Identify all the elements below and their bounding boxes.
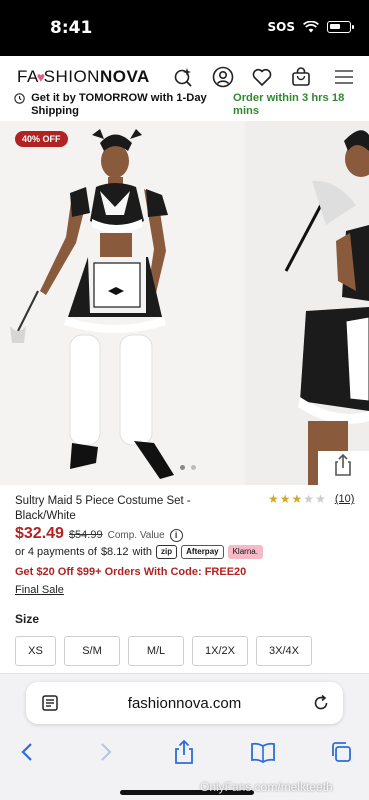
- star-icon: ★: [268, 492, 279, 506]
- pagination-dot[interactable]: [180, 465, 185, 470]
- klarna-logo[interactable]: Klarna.: [227, 545, 263, 559]
- installment-amount: $8.12: [100, 546, 129, 558]
- url-text[interactable]: fashionnova.com: [26, 695, 343, 712]
- shipping-text: Get it by TOMORROW with 1-Day Shipping: [31, 92, 207, 117]
- back-button[interactable]: [13, 738, 41, 766]
- product-image-main[interactable]: [0, 121, 244, 485]
- product-title: Sultry Maid 5 Piece Costume Set - Black/…: [15, 495, 191, 522]
- star-icon: ★: [291, 492, 303, 506]
- brand-logo[interactable]: FA♥SHIONNOVA: [17, 67, 150, 87]
- account-icon[interactable]: [212, 66, 234, 88]
- shipping-info: Get it by TOMORROW with 1-Day Shipping: [14, 92, 224, 118]
- bookmarks-button[interactable]: [249, 738, 277, 766]
- installments-prefix: or 4 payments of: [15, 546, 97, 558]
- site-header: FA♥SHIONNOVA: [0, 56, 369, 94]
- installments-row: or 4 payments of $8.12 with zip Afterpay…: [15, 545, 263, 559]
- watermark-text: OnlyFans.com/melkteeth: [200, 780, 333, 794]
- installments-with: with: [132, 546, 153, 558]
- forward-button[interactable]: [92, 738, 120, 766]
- product-rating[interactable]: ★ ★ ★ ★ ★ (10): [268, 492, 354, 506]
- share-icon: [175, 739, 193, 764]
- size-label: Size: [15, 612, 40, 626]
- promo-message: Get $20 Off $99+ Orders With Code: FREE2…: [15, 566, 247, 578]
- size-option[interactable]: 3X/4X: [256, 636, 312, 666]
- final-sale-link[interactable]: Final Sale: [15, 584, 64, 596]
- size-option[interactable]: XS: [15, 636, 56, 666]
- sos-label: SOS: [267, 20, 296, 34]
- status-bar: 8:41 SOS: [0, 0, 369, 56]
- product-gallery[interactable]: 40% OFF: [0, 121, 369, 485]
- info-icon[interactable]: i: [169, 529, 183, 542]
- order-countdown: Order within 3 hrs 18 mins: [233, 92, 345, 117]
- back-icon: [21, 743, 32, 761]
- product-image-secondary[interactable]: [246, 121, 369, 485]
- shipping-banner: Get it by TOMORROW with 1-Day Shipping O…: [0, 92, 369, 122]
- wifi-icon: [303, 21, 319, 33]
- review-count-link[interactable]: (10): [335, 493, 355, 505]
- price-row: $32.49 $54.99 Comp. Value i: [15, 525, 183, 543]
- reload-icon[interactable]: [311, 693, 331, 713]
- bag-icon[interactable]: [290, 66, 312, 88]
- tabs-button[interactable]: [327, 738, 355, 766]
- size-option[interactable]: 1X/2X: [192, 636, 248, 666]
- pagination-dot[interactable]: [191, 465, 196, 470]
- clock-truck-icon: [14, 93, 25, 104]
- size-option[interactable]: M/L: [128, 636, 184, 666]
- comp-value-label: Comp. Value: [107, 530, 165, 541]
- sale-price: $32.49: [15, 525, 64, 542]
- share-button[interactable]: [170, 738, 198, 766]
- status-time: 8:41: [50, 18, 93, 38]
- heart-icon[interactable]: [251, 66, 273, 88]
- star-icon: ★: [315, 492, 326, 506]
- address-bar[interactable]: fashionnova.com: [26, 682, 343, 724]
- gallery-pagination[interactable]: [180, 465, 196, 470]
- original-price: $54.99: [68, 529, 103, 541]
- forward-icon: [101, 743, 112, 761]
- share-icon[interactable]: [330, 452, 356, 478]
- zip-logo[interactable]: zip: [156, 545, 178, 559]
- size-options: XS S/M M/L 1X/2X 3X/4X: [15, 636, 312, 666]
- star-icon: ★: [279, 492, 291, 506]
- status-right: SOS: [267, 20, 354, 34]
- star-icon: ★: [303, 492, 315, 506]
- bookmarks-icon: [251, 742, 275, 763]
- sparkle-search-icon[interactable]: [172, 66, 194, 88]
- battery-icon: [327, 21, 354, 33]
- menu-icon[interactable]: [333, 66, 355, 88]
- size-option[interactable]: S/M: [64, 636, 120, 666]
- afterpay-logo[interactable]: Afterpay: [181, 545, 224, 559]
- discount-badge: 40% OFF: [15, 131, 68, 147]
- tabs-icon: [332, 742, 351, 762]
